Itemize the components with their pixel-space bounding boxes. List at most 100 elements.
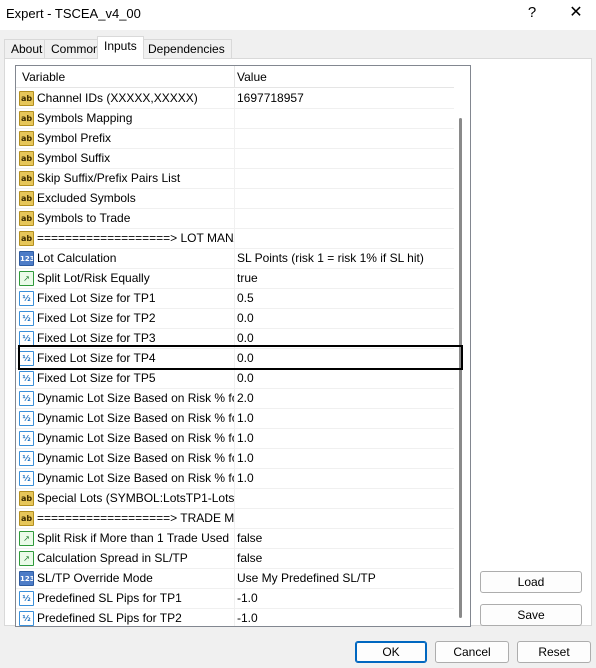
variable-cell[interactable]: ½ Fixed Lot Size for TP5 xyxy=(16,369,235,389)
table-row[interactable]: ½ Dynamic Lot Size Based on Risk % for ..… xyxy=(16,409,454,429)
ok-button[interactable]: OK xyxy=(355,641,427,663)
value-cell[interactable]: 0.0 xyxy=(237,349,454,369)
column-header-variable[interactable]: Variable xyxy=(16,66,235,88)
value-cell[interactable]: 1.0 xyxy=(237,409,454,429)
value-cell[interactable] xyxy=(237,129,454,149)
close-button[interactable]: ✕ xyxy=(556,2,596,26)
variable-cell[interactable]: ↗ Split Lot/Risk Equally xyxy=(16,269,235,289)
table-row[interactable]: ½ Dynamic Lot Size Based on Risk % for ..… xyxy=(16,449,454,469)
value-cell[interactable]: 2.0 xyxy=(237,389,454,409)
variable-cell[interactable]: ab Channel IDs (XXXXX,XXXXX) xyxy=(16,89,235,109)
variable-cell[interactable]: 123 SL/TP Override Mode xyxy=(16,569,235,589)
dialog-client: About Common Inputs Dependencies Variabl… xyxy=(0,30,596,668)
table-row[interactable]: ab Excluded Symbols xyxy=(16,189,454,209)
table-row[interactable]: 123 SL/TP Override Mode Use My Predefined … xyxy=(16,569,454,589)
grid-header: Variable Value xyxy=(16,66,454,88)
variable-cell[interactable]: ab ===================> TRADE M... xyxy=(16,509,235,529)
table-row[interactable]: ↗ Split Lot/Risk Equally true xyxy=(16,269,454,289)
value-cell[interactable]: 1.0 xyxy=(237,449,454,469)
table-row[interactable]: ↗ Calculation Spread in SL/TP false xyxy=(16,549,454,569)
value-cell[interactable] xyxy=(237,489,454,509)
variable-cell[interactable]: ½ Fixed Lot Size for TP2 xyxy=(16,309,235,329)
value-cell[interactable]: 0.0 xyxy=(237,369,454,389)
table-row[interactable]: ab Channel IDs (XXXXX,XXXXX) 1697718957 xyxy=(16,89,454,109)
value-cell[interactable]: false xyxy=(237,529,454,549)
variable-cell[interactable]: ½ Dynamic Lot Size Based on Risk % for ..… xyxy=(16,389,235,409)
value-cell[interactable]: 1.0 xyxy=(237,429,454,449)
value-cell[interactable] xyxy=(237,149,454,169)
table-row[interactable]: ab Symbols Mapping xyxy=(16,109,454,129)
table-row[interactable]: ½ Fixed Lot Size for TP3 0.0 xyxy=(16,329,454,349)
table-row[interactable]: ½ Fixed Lot Size for TP5 0.0 xyxy=(16,369,454,389)
variable-cell[interactable]: ab Symbol Prefix xyxy=(16,129,235,149)
help-button[interactable]: ? xyxy=(512,2,552,26)
variable-cell[interactable]: ½ Predefined SL Pips for TP2 xyxy=(16,609,235,626)
table-row[interactable]: ½ Dynamic Lot Size Based on Risk % for ..… xyxy=(16,469,454,489)
variable-cell[interactable]: ab Skip Suffix/Prefix Pairs List xyxy=(16,169,235,189)
value-cell[interactable]: 0.5 xyxy=(237,289,454,309)
table-row[interactable]: ½ Fixed Lot Size for TP4 0.0 xyxy=(16,349,454,369)
table-row[interactable]: ab ===================> LOT MANA... xyxy=(16,229,454,249)
tab-inputs[interactable]: Inputs xyxy=(97,36,144,59)
cancel-button[interactable]: Cancel xyxy=(435,641,509,663)
variable-cell[interactable]: ab ===================> LOT MANA... xyxy=(16,229,235,249)
table-row[interactable]: ½ Predefined SL Pips for TP2 -1.0 xyxy=(16,609,454,626)
variable-cell[interactable]: ½ Dynamic Lot Size Based on Risk % for ..… xyxy=(16,449,235,469)
variable-cell[interactable]: ab Symbol Suffix xyxy=(16,149,235,169)
table-row[interactable]: ab Symbol Prefix xyxy=(16,129,454,149)
variable-cell[interactable]: ½ Fixed Lot Size for TP1 xyxy=(16,289,235,309)
variable-cell[interactable]: ab Symbols Mapping xyxy=(16,109,235,129)
variable-cell[interactable]: ½ Fixed Lot Size for TP4 xyxy=(16,349,235,369)
value-cell[interactable]: false xyxy=(237,549,454,569)
string-type-icon: ab xyxy=(19,491,34,506)
value-cell[interactable] xyxy=(237,109,454,129)
table-row[interactable]: 123 Lot Calculation SL Points (risk 1 = ri… xyxy=(16,249,454,269)
table-row[interactable]: ab Skip Suffix/Prefix Pairs List xyxy=(16,169,454,189)
variable-name: Fixed Lot Size for TP1 xyxy=(37,291,156,305)
column-header-value[interactable]: Value xyxy=(235,66,454,88)
value-cell[interactable]: 1.0 xyxy=(237,469,454,489)
value-cell[interactable] xyxy=(237,189,454,209)
table-row[interactable]: ↗ Split Risk if More than 1 Trade Used fal… xyxy=(16,529,454,549)
variable-cell[interactable]: ½ Dynamic Lot Size Based on Risk % for ..… xyxy=(16,469,235,489)
tab-dependencies[interactable]: Dependencies xyxy=(141,39,232,58)
value-cell[interactable]: -1.0 xyxy=(237,589,454,609)
variable-cell[interactable]: ab Excluded Symbols xyxy=(16,189,235,209)
table-row[interactable]: ab Special Lots (SYMBOL:LotsTP1-LotsT... xyxy=(16,489,454,509)
variable-cell[interactable]: ↗ Split Risk if More than 1 Trade Used xyxy=(16,529,235,549)
value-cell[interactable] xyxy=(237,509,454,529)
tab-about[interactable]: About xyxy=(4,39,50,58)
table-row[interactable]: ½ Fixed Lot Size for TP1 0.5 xyxy=(16,289,454,309)
table-row[interactable]: ½ Dynamic Lot Size Based on Risk % for ..… xyxy=(16,389,454,409)
save-button[interactable]: Save xyxy=(480,604,582,626)
value-cell[interactable] xyxy=(237,209,454,229)
variable-cell[interactable]: ½ Fixed Lot Size for TP3 xyxy=(16,329,235,349)
variable-cell[interactable]: ½ Dynamic Lot Size Based on Risk % for ..… xyxy=(16,429,235,449)
value-cell[interactable]: -1.0 xyxy=(237,609,454,626)
value-cell[interactable] xyxy=(237,229,454,249)
variable-cell[interactable]: ab Special Lots (SYMBOL:LotsTP1-LotsT... xyxy=(16,489,235,509)
variable-cell[interactable]: 123 Lot Calculation xyxy=(16,249,235,269)
value-cell[interactable] xyxy=(237,169,454,189)
string-type-icon: ab xyxy=(19,91,34,106)
variable-cell[interactable]: ↗ Calculation Spread in SL/TP xyxy=(16,549,235,569)
load-button[interactable]: Load xyxy=(480,571,582,593)
value-cell[interactable]: 0.0 xyxy=(237,309,454,329)
variable-cell[interactable]: ½ Predefined SL Pips for TP1 xyxy=(16,589,235,609)
table-row[interactable]: ab Symbols to Trade xyxy=(16,209,454,229)
scrollbar-thumb[interactable] xyxy=(459,118,462,618)
table-row[interactable]: ½ Fixed Lot Size for TP2 0.0 xyxy=(16,309,454,329)
table-row[interactable]: ½ Predefined SL Pips for TP1 -1.0 xyxy=(16,589,454,609)
table-row[interactable]: ab Symbol Suffix xyxy=(16,149,454,169)
value-cell[interactable]: Use My Predefined SL/TP xyxy=(237,569,454,589)
value-cell[interactable]: SL Points (risk 1 = risk 1% if SL hit) xyxy=(237,249,454,269)
vertical-scrollbar[interactable] xyxy=(454,66,470,626)
reset-button[interactable]: Reset xyxy=(517,641,591,663)
table-row[interactable]: ½ Dynamic Lot Size Based on Risk % for ..… xyxy=(16,429,454,449)
value-cell[interactable]: true xyxy=(237,269,454,289)
table-row[interactable]: ab ===================> TRADE M... xyxy=(16,509,454,529)
variable-cell[interactable]: ½ Dynamic Lot Size Based on Risk % for ..… xyxy=(16,409,235,429)
value-cell[interactable]: 0.0 xyxy=(237,329,454,349)
variable-cell[interactable]: ab Symbols to Trade xyxy=(16,209,235,229)
value-cell[interactable]: 1697718957 xyxy=(237,89,454,109)
